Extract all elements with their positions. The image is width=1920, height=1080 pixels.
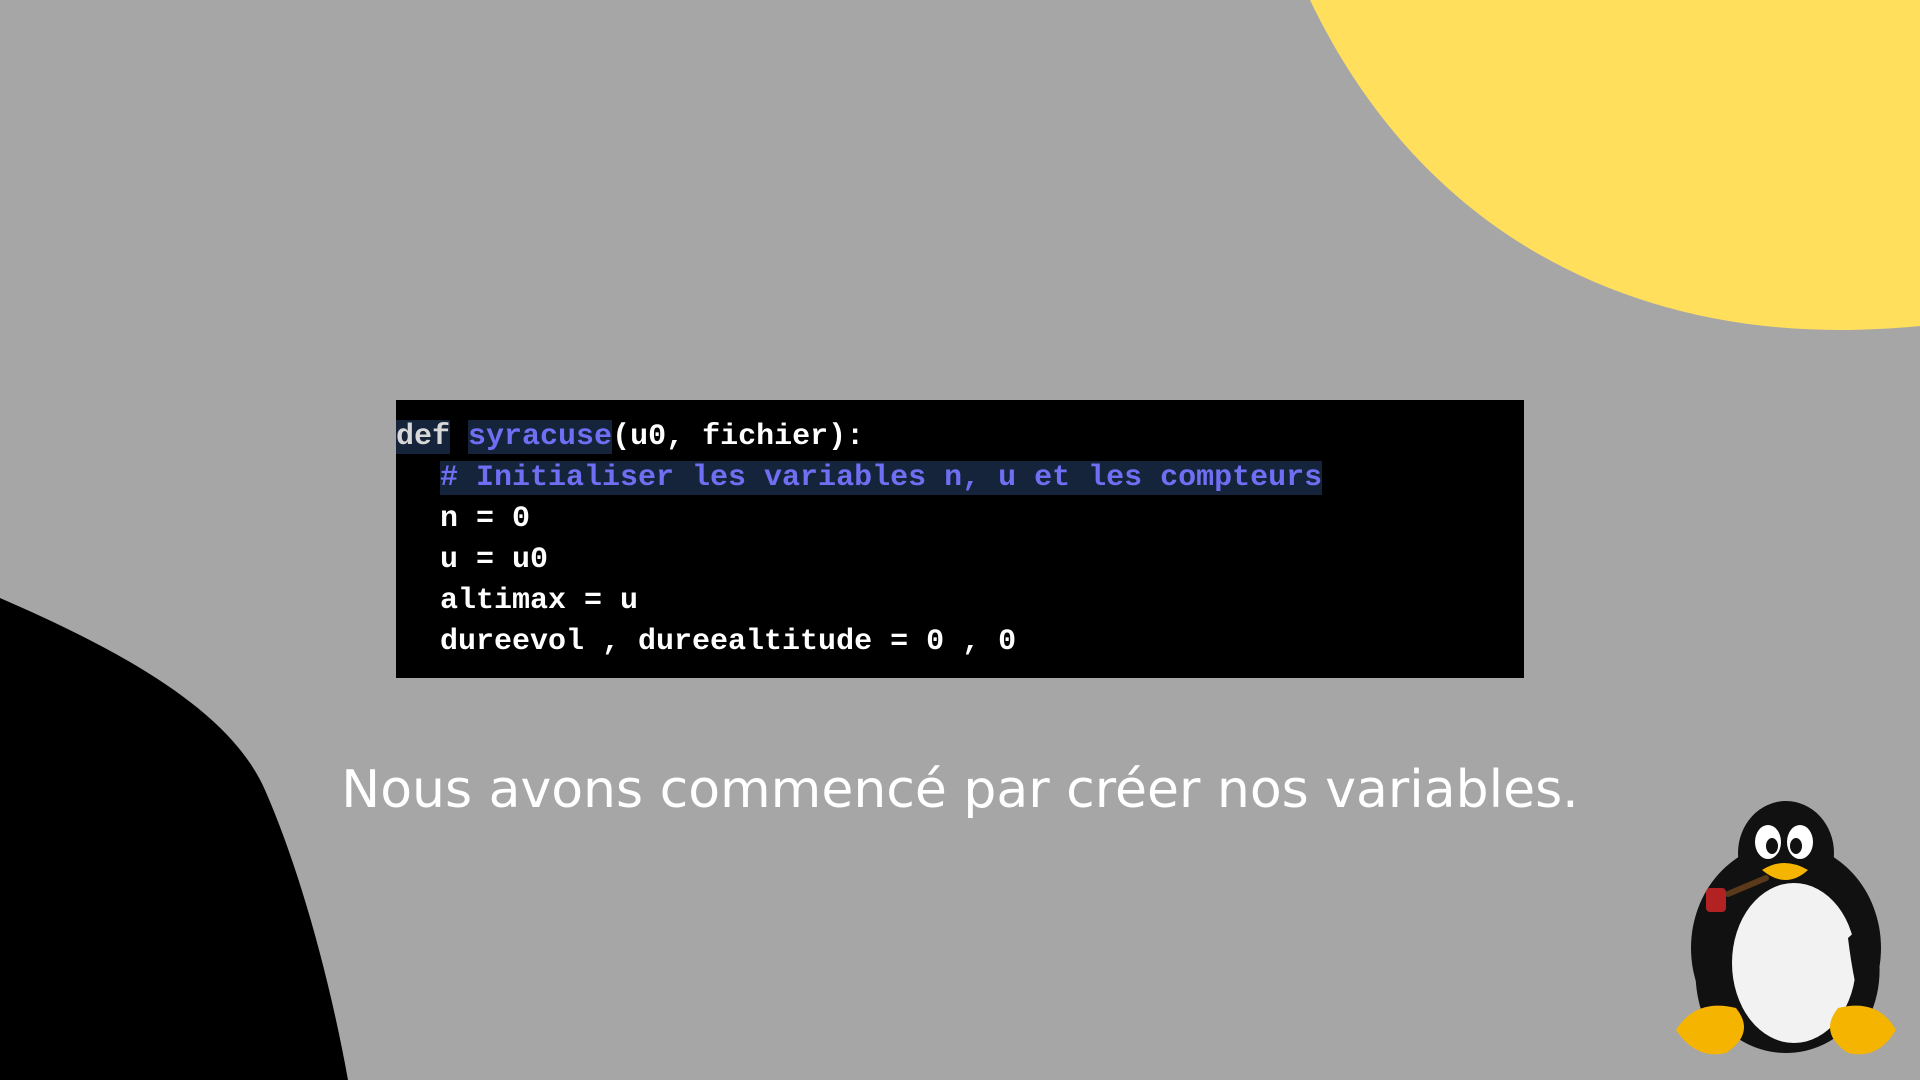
code-line-u: u = u0 [440, 543, 549, 577]
code-params: (u0, fichier): [612, 420, 865, 454]
code-snippet-panel: def syracuse(u0, fichier): # Initialiser… [396, 400, 1524, 678]
code-line-n: n = 0 [440, 502, 531, 536]
code-function-name: syracuse [468, 420, 613, 454]
slide-caption: Nous avons commencé par créer nos variab… [341, 760, 1579, 820]
code-keyword: def [396, 420, 451, 454]
slide: def syracuse(u0, fichier): # Initialiser… [0, 0, 1920, 1080]
code-line-def: def syracuse(u0, fichier): [396, 417, 864, 457]
tux-penguin-with-pipe-icon [1676, 801, 1896, 1055]
code-line-dureevol: dureevol , dureealtitude = 0 , 0 [440, 625, 1017, 659]
code-comment: # Initialiser les variables n, u et les … [440, 461, 1323, 495]
code-line-comment: # Initialiser les variables n, u et les … [440, 458, 1323, 498]
code-line-altimax: altimax = u [440, 584, 639, 618]
